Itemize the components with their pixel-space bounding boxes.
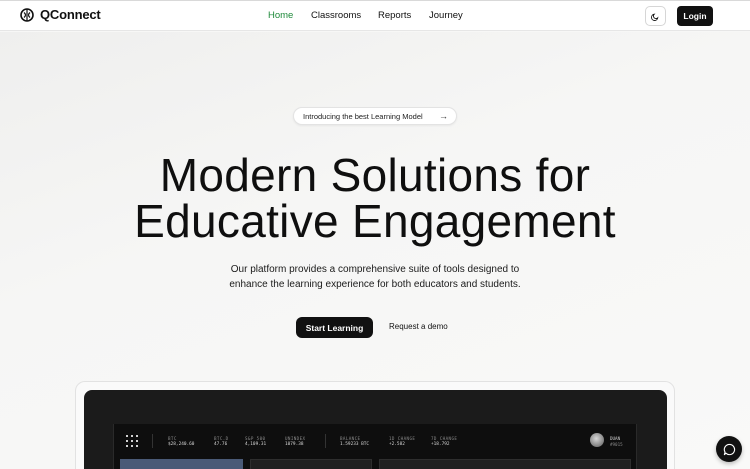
ticker-value: 4,109.31 [245,442,267,447]
request-demo-link[interactable]: Request a demo [389,322,448,331]
moon-icon [651,13,659,21]
user-info: DUAN #9015 [610,436,623,448]
hero-title: Modern Solutions for Educative Engagemen… [0,152,750,244]
ticker-unindex: UNINDEX 1079.38 [285,436,305,448]
ticker-btc: BTC $28,240.60 [168,436,194,448]
chat-bubble-icon [723,443,735,455]
nav-home[interactable]: Home [268,10,293,21]
hero-title-line-1: Modern Solutions for [159,149,591,201]
divider [325,434,326,448]
login-button[interactable]: Login [677,6,713,26]
ticker-value: +18.792 [431,442,450,447]
ticker-btc-dominance: BTC.D 47.76 [214,436,229,448]
nav-reports[interactable]: Reports [378,10,411,21]
chat-button[interactable] [716,436,742,462]
hero-subtitle-line-1: Our platform provides a comprehensive su… [230,264,520,275]
top-navbar: QConnect Home Classrooms Reports Journey… [0,0,750,31]
avatar[interactable] [590,433,604,447]
user-id: #9015 [610,442,623,447]
main-nav: Home Classrooms Reports Journey [0,10,750,24]
preview-card [250,459,372,469]
ticker-value: 1079.38 [285,442,304,447]
ticker-sp500: S&P 500 4,109.31 [245,436,266,448]
preview-card-wide [379,459,631,469]
announcement-text: Introducing the best Learning Model [303,111,423,121]
theme-toggle-button[interactable] [645,6,666,26]
ticker-1d-change: 1D CHANGE +2.582 [389,436,415,448]
preview-card-highlight [120,459,243,469]
ticker-balance: BALANCE 1.59233 BTC [340,436,369,448]
ticker-7d-change: 7D CHANGE +18.792 [431,436,457,448]
divider [152,434,153,448]
ticker-value: +2.582 [389,442,405,447]
grid-menu-icon [126,435,138,447]
nav-classrooms[interactable]: Classrooms [311,10,361,21]
start-learning-button[interactable]: Start Learning [296,317,373,338]
nav-journey[interactable]: Journey [429,10,463,21]
ticker-value: $28,240.60 [168,442,195,447]
hero-subtitle: Our platform provides a comprehensive su… [0,262,750,292]
hero-title-line-2: Educative Engagement [134,195,616,247]
hero-subtitle-line-2: enhance the learning experience for both… [229,279,521,290]
arrow-right-icon: → [439,111,448,121]
ticker-value: 47.76 [214,442,228,447]
announcement-pill[interactable]: Introducing the best Learning Model → [293,107,457,125]
ticker-value: 1.59233 BTC [340,442,370,447]
